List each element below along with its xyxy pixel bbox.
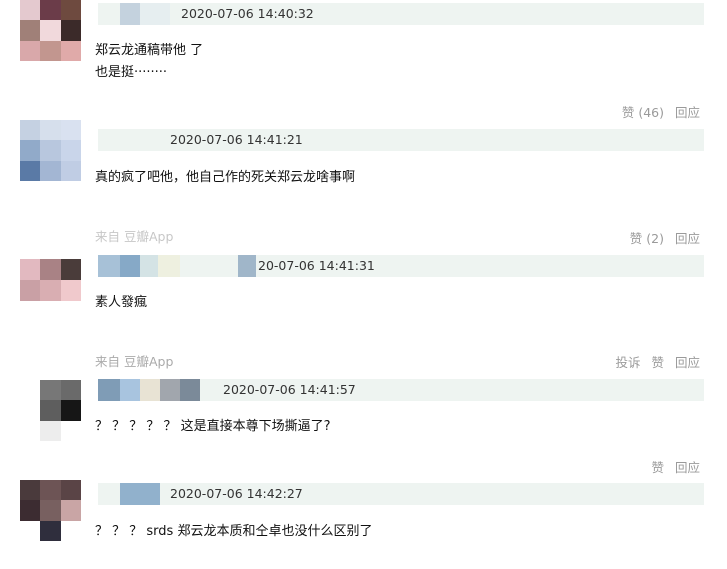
avatar-pixel — [60, 380, 81, 401]
avatar-pixel — [60, 520, 81, 541]
comment-timestamp: 2020-07-06 14:41:57 — [223, 382, 356, 397]
avatar-pixel — [20, 160, 41, 181]
comment-text: 郑云龙通稿带他 了 也是挺········ — [95, 43, 204, 80]
avatar-pixel — [20, 280, 41, 301]
avatar-pixel — [60, 20, 81, 41]
avatar-pixel — [40, 20, 61, 41]
avatar-pixel — [60, 480, 81, 501]
like-button[interactable]: 赞 — [651, 352, 664, 371]
avatar-pixel — [40, 520, 61, 541]
avatar-pixel — [40, 0, 61, 21]
avatar-pixel — [40, 280, 61, 301]
avatar-pixel — [20, 400, 41, 421]
avatar[interactable] — [20, 380, 81, 441]
comment-actions: 赞 (46) 回应 — [622, 102, 700, 121]
report-button[interactable]: 投诉 — [615, 352, 640, 371]
avatar-pixel — [20, 120, 41, 141]
avatar[interactable] — [20, 259, 81, 301]
reply-button[interactable]: 回应 — [675, 352, 700, 371]
comment-text: ？ ？ ？ srds 郑云龙本质和仝卓也没什么区别了 — [95, 524, 373, 539]
avatar[interactable] — [20, 480, 81, 541]
comment-timestamp: 2020-07-06 14:41:21 — [170, 132, 303, 147]
avatar-pixel — [20, 480, 41, 501]
avatar-pixel — [40, 120, 61, 141]
comment-text: 真的疯了吧他，他自己作的死关郑云龙啥事啊 — [95, 170, 356, 185]
comment-text: ？ ？ ？ ？ ？ 这是直接本尊下场撕逼了? — [95, 419, 331, 434]
reply-button[interactable]: 回应 — [675, 457, 700, 476]
avatar-pixel — [60, 280, 81, 301]
avatar-pixel — [60, 420, 81, 441]
comment-source: 来自 豆瓣App — [95, 354, 174, 369]
avatar-pixel — [40, 380, 61, 401]
reply-button[interactable]: 回应 — [675, 102, 700, 121]
avatar-pixel — [20, 0, 41, 21]
username-blurred[interactable] — [98, 3, 170, 25]
avatar-pixel — [40, 160, 61, 181]
avatar-pixel — [60, 0, 81, 21]
comment-timestamp: 2020-07-06 14:40:32 — [181, 6, 314, 21]
comment-actions: 赞 (2) 回应 — [630, 228, 700, 247]
comment-actions: 赞 回应 — [651, 457, 700, 476]
avatar-pixel — [40, 420, 61, 441]
avatar-pixel — [20, 420, 41, 441]
reply-button[interactable]: 回应 — [675, 228, 700, 247]
comment-header: 2020-07-06 14:42:27 — [98, 483, 704, 505]
comment-actions: 投诉 赞 回应 — [615, 352, 700, 371]
username-blurred[interactable] — [98, 255, 256, 277]
avatar-pixel — [20, 40, 41, 61]
avatar-pixel — [60, 140, 81, 161]
like-button[interactable]: 赞 (46) — [622, 102, 664, 121]
avatar-pixel — [40, 400, 61, 421]
comment-header: 2020-07-06 14:41:21 — [98, 129, 704, 151]
avatar-pixel — [20, 140, 41, 161]
comment-timestamp: 2020-07-06 14:42:27 — [170, 486, 303, 501]
comment-header: 2020-07-06 14:41:57 — [98, 379, 704, 401]
avatar-pixel — [40, 500, 61, 521]
avatar-pixel — [60, 500, 81, 521]
comment-header: 2020-07-06 14:40:32 — [98, 3, 704, 25]
comment-source: 来自 豆瓣App — [95, 229, 174, 244]
avatar-pixel — [60, 40, 81, 61]
avatar-pixel — [20, 520, 41, 541]
username-blurred[interactable] — [98, 129, 168, 151]
like-button[interactable]: 赞 — [651, 457, 664, 476]
avatar-pixel — [60, 259, 81, 280]
avatar-pixel — [60, 120, 81, 141]
avatar-pixel — [60, 400, 81, 421]
avatar-pixel — [40, 140, 61, 161]
avatar-pixel — [40, 40, 61, 61]
username-blurred[interactable] — [98, 483, 160, 505]
comment-timestamp: 20-07-06 14:41:31 — [258, 258, 375, 273]
avatar-pixel — [40, 480, 61, 501]
comment-text: 素人發瘋 — [95, 295, 148, 310]
like-button[interactable]: 赞 (2) — [630, 228, 664, 247]
avatar[interactable] — [20, 0, 81, 61]
username-blurred[interactable] — [98, 379, 200, 401]
avatar[interactable] — [20, 120, 81, 181]
comment-header: 20-07-06 14:41:31 — [98, 255, 704, 277]
avatar-pixel — [20, 259, 41, 280]
avatar-pixel — [40, 259, 61, 280]
avatar-pixel — [20, 500, 41, 521]
avatar-pixel — [20, 380, 41, 401]
avatar-pixel — [20, 20, 41, 41]
avatar-pixel — [60, 160, 81, 181]
